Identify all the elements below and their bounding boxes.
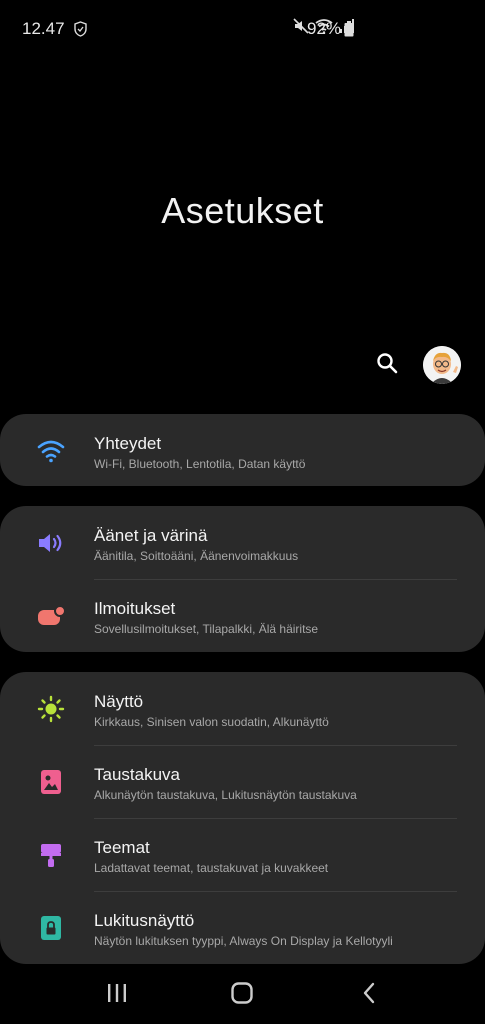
recents-button[interactable] xyxy=(102,980,132,1010)
item-title: Lukitusnäyttö xyxy=(94,911,195,930)
battery-icon xyxy=(344,21,354,42)
item-title: Taustakuva xyxy=(94,765,180,784)
settings-item-naytto[interactable]: Näyttö Kirkkaus, Sinisen valon suodatin,… xyxy=(0,672,485,745)
lock-icon xyxy=(36,913,66,943)
status-time: 12.47 xyxy=(22,19,65,38)
item-subtitle: Näytön lukituksen tyyppi, Always On Disp… xyxy=(94,934,393,948)
item-subtitle: Sovellusilmoitukset, Tilapalkki, Älä häi… xyxy=(94,622,319,636)
back-icon xyxy=(361,982,377,1009)
wifi-icon xyxy=(36,436,66,466)
status-bar: 12.47 92% xyxy=(0,0,485,60)
notification-icon xyxy=(36,601,66,631)
settings-item-teemat[interactable]: Teemat Ladattavat teemat, taustakuvat ja… xyxy=(0,818,485,891)
settings-group-1: Yhteydet Wi-Fi, Bluetooth, Lentotila, Da… xyxy=(0,414,485,486)
battery-percent: 92% xyxy=(307,19,342,38)
home-icon xyxy=(230,981,254,1010)
settings-group-3: Näyttö Kirkkaus, Sinisen valon suodatin,… xyxy=(0,672,485,964)
page-title: Asetukset xyxy=(161,190,324,231)
settings-item-yhteydet[interactable]: Yhteydet Wi-Fi, Bluetooth, Lentotila, Da… xyxy=(0,414,485,487)
item-subtitle: Ladattavat teemat, taustakuvat ja kuvakk… xyxy=(94,861,329,875)
search-icon xyxy=(376,352,398,379)
item-title: Ilmoitukset xyxy=(94,599,176,618)
item-subtitle: Alkunäytön taustakuva, Lukitusnäytön tau… xyxy=(94,788,357,802)
item-title: Yhteydet xyxy=(94,434,162,453)
settings-item-aanet[interactable]: Äänet ja värinä Äänitila, Soittoääni, Ää… xyxy=(0,506,485,579)
settings-item-ilmoitukset[interactable]: Ilmoitukset Sovellusilmoitukset, Tilapal… xyxy=(0,579,485,652)
home-button[interactable] xyxy=(227,980,257,1010)
settings-group-2: Äänet ja värinä Äänitila, Soittoääni, Ää… xyxy=(0,506,485,652)
search-button[interactable] xyxy=(375,352,399,379)
settings-item-lukitusnaytto[interactable]: Lukitusnäyttö Näytön lukituksen tyyppi, … xyxy=(0,891,485,964)
shield-icon xyxy=(74,21,87,42)
wallpaper-icon xyxy=(36,767,66,797)
avatar[interactable] xyxy=(423,346,461,384)
item-title: Teemat xyxy=(94,838,150,857)
settings-item-taustakuva[interactable]: Taustakuva Alkunäytön taustakuva, Lukitu… xyxy=(0,745,485,818)
back-button[interactable] xyxy=(354,980,384,1010)
brightness-icon xyxy=(36,694,66,724)
item-title: Äänet ja värinä xyxy=(94,526,208,545)
header-actions xyxy=(375,346,461,384)
item-subtitle: Wi-Fi, Bluetooth, Lentotila, Datan käytt… xyxy=(94,457,306,471)
item-subtitle: Kirkkaus, Sinisen valon suodatin, Alkunä… xyxy=(94,715,329,729)
volume-icon xyxy=(36,528,66,558)
item-title: Näyttö xyxy=(94,692,144,711)
themes-icon xyxy=(36,840,66,870)
recents-icon xyxy=(106,983,128,1008)
item-subtitle: Äänitila, Soittoääni, Äänenvoimakkuus xyxy=(94,549,299,563)
navigation-bar xyxy=(0,964,485,1024)
